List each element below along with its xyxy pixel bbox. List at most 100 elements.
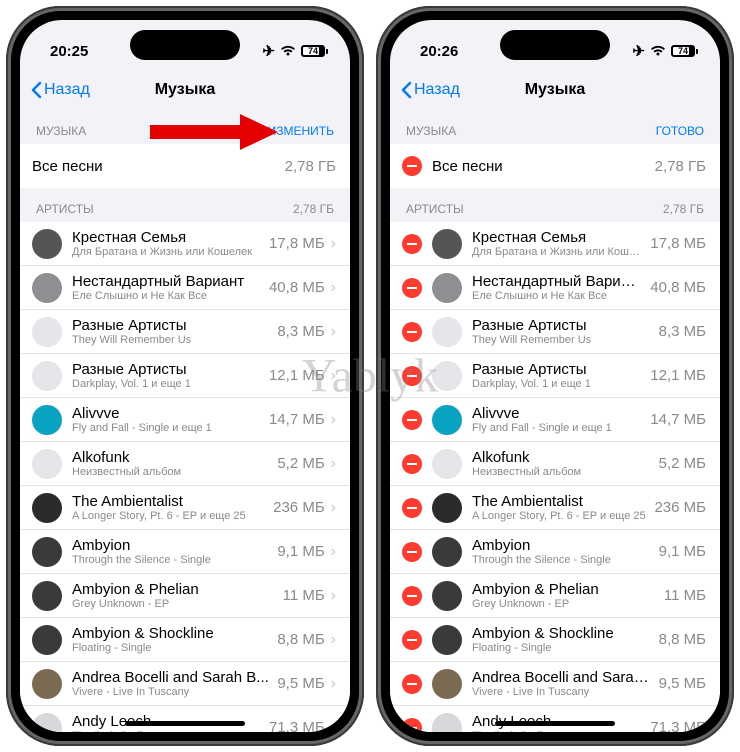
artist-size: 8,3 МБ <box>277 323 324 340</box>
artist-sub: Vivere - Live In Tuscany <box>472 686 651 698</box>
artist-row[interactable]: Andrea Bocelli and Sarah B...Vivere - Li… <box>390 662 720 706</box>
chevron-right-icon: › <box>331 279 336 297</box>
delete-icon[interactable] <box>402 586 422 606</box>
artist-avatar <box>432 581 462 611</box>
artist-name: Разные Артисты <box>72 317 269 334</box>
artist-name: Разные Артисты <box>472 317 651 334</box>
artist-size: 40,8 МБ <box>650 279 706 296</box>
home-indicator[interactable] <box>125 721 245 726</box>
artist-sub: A Longer Story, Pt. 6 - EP и еще 25 <box>72 510 265 522</box>
artist-sub: A Longer Story, Pt. 6 - EP и еще 25 <box>472 510 646 522</box>
artist-sub: Неизвестный альбом <box>72 466 269 478</box>
artist-name: Ambyion & Shockline <box>472 625 651 642</box>
back-button[interactable]: Назад <box>30 81 90 99</box>
artist-row[interactable]: AlivvveFly and Fall - Single и еще 114,7… <box>20 398 350 442</box>
home-indicator[interactable] <box>495 721 615 726</box>
artist-row[interactable]: Разные АртистыDarkplay, Vol. 1 и еще 112… <box>20 354 350 398</box>
chevron-left-icon <box>400 81 412 99</box>
artist-size: 9,1 МБ <box>659 543 706 560</box>
status-time: 20:25 <box>50 43 88 60</box>
artist-avatar <box>432 317 462 347</box>
row-size: 2,78 ГБ <box>285 158 336 175</box>
artist-sub: Floating - Single <box>72 642 269 654</box>
delete-icon[interactable] <box>402 718 422 733</box>
artist-sub: Through the Silence - Single <box>72 554 269 566</box>
artist-row[interactable]: AlkofunkНеизвестный альбом5,2 МБ <box>390 442 720 486</box>
artist-row[interactable]: Нестандартный ВариантЕле Слышно и Не Как… <box>20 266 350 310</box>
chevron-left-icon <box>30 81 42 99</box>
artist-row[interactable]: Разные АртистыThey Will Remember Us8,3 М… <box>20 310 350 354</box>
artist-sub: The Path So Far <box>472 730 642 732</box>
artist-row[interactable]: Ambyion & ShocklineFloating - Single8,8 … <box>20 618 350 662</box>
delete-icon[interactable] <box>402 366 422 386</box>
status-icons: ✈︎ 74 <box>262 42 328 60</box>
artist-avatar <box>432 405 462 435</box>
nav-bar: Назад Музыка <box>20 70 350 110</box>
artist-sub: Grey Unknown - EP <box>72 598 275 610</box>
artist-row[interactable]: Andy LeechThe Path So Far71,3 МБ <box>390 706 720 732</box>
artist-avatar <box>432 669 462 699</box>
chevron-right-icon: › <box>331 367 336 385</box>
wifi-icon <box>280 45 296 57</box>
artist-row[interactable]: The AmbientalistA Longer Story, Pt. 6 - … <box>20 486 350 530</box>
delete-icon[interactable] <box>402 322 422 342</box>
delete-icon[interactable] <box>402 630 422 650</box>
artist-avatar <box>432 713 462 733</box>
artist-row[interactable]: AlivvveFly and Fall - Single и еще 1 14,7… <box>390 398 720 442</box>
artist-row[interactable]: Andrea Bocelli and Sarah B...Vivere - Li… <box>20 662 350 706</box>
delete-icon[interactable] <box>402 542 422 562</box>
artist-sub: Darkplay, Vol. 1 и еще 1 <box>72 378 261 390</box>
artist-name: Alivvve <box>472 405 642 422</box>
delete-icon[interactable] <box>402 234 422 254</box>
artist-sub: Floating - Single <box>472 642 651 654</box>
artist-row[interactable]: AmbyionThrough the Silence - Single9,1 М… <box>390 530 720 574</box>
artist-avatar <box>32 625 62 655</box>
artist-avatar <box>32 229 62 259</box>
row-all-songs[interactable]: Все песни 2,78 ГБ <box>390 144 720 188</box>
artist-avatar <box>32 713 62 733</box>
artist-row[interactable]: Нестандартный ВариантЕле Слышно и Не Как… <box>390 266 720 310</box>
artist-name: Ambyion <box>72 537 269 554</box>
delete-icon[interactable] <box>402 278 422 298</box>
section-label: МУЗЫКА <box>406 124 456 138</box>
artist-row[interactable]: AlkofunkНеизвестный альбом5,2 МБ› <box>20 442 350 486</box>
artist-size: 40,8 МБ <box>269 279 325 296</box>
back-button[interactable]: Назад <box>400 81 460 99</box>
status-icons: ✈︎ 74 <box>632 42 698 60</box>
delete-icon[interactable] <box>402 454 422 474</box>
artist-row[interactable]: Ambyion & PhelianGrey Unknown - EP11 МБ <box>390 574 720 618</box>
chevron-right-icon: › <box>331 411 336 429</box>
artist-avatar <box>32 581 62 611</box>
artist-size: 9,5 МБ <box>659 675 706 692</box>
delete-icon[interactable] <box>402 674 422 694</box>
artist-row[interactable]: Крестная СемьяДля Братана и Жизнь или Ко… <box>390 222 720 266</box>
artist-sub: Fly and Fall - Single и еще 1 <box>472 422 642 434</box>
artist-row[interactable]: Крестная СемьяДля Братана и Жизнь или Ко… <box>20 222 350 266</box>
section-header-music: МУЗЫКА ГОТОВО <box>390 110 720 144</box>
artist-row[interactable]: The AmbientalistA Longer Story, Pt. 6 - … <box>390 486 720 530</box>
delete-icon[interactable] <box>402 410 422 430</box>
artist-row[interactable]: Ambyion & PhelianGrey Unknown - EP11 МБ› <box>20 574 350 618</box>
artist-avatar <box>432 449 462 479</box>
artist-row[interactable]: Ambyion & ShocklineFloating - Single8,8 … <box>390 618 720 662</box>
section-label: МУЗЫКА <box>36 124 86 138</box>
artist-sub: Для Братана и Жизнь или Кошелек <box>72 246 261 258</box>
section-size: 2,78 ГБ <box>293 202 334 216</box>
artist-row[interactable]: Разные АртистыDarkplay, Vol. 1 и еще 112… <box>390 354 720 398</box>
done-button[interactable]: ГОТОВО <box>656 124 704 138</box>
artist-size: 14,7 МБ <box>650 411 706 428</box>
artist-row[interactable]: Andy LeechThe Path So Far71,3 МБ› <box>20 706 350 732</box>
chevron-right-icon: › <box>331 719 336 733</box>
artist-size: 17,8 МБ <box>650 235 706 252</box>
artist-sub: Through the Silence - Single <box>472 554 651 566</box>
delete-icon[interactable] <box>402 156 422 176</box>
dynamic-island <box>500 30 610 60</box>
artist-avatar <box>432 625 462 655</box>
artist-row[interactable]: AmbyionThrough the Silence - Single9,1 М… <box>20 530 350 574</box>
artist-avatar <box>32 537 62 567</box>
airplane-icon: ✈︎ <box>262 42 275 60</box>
artist-size: 71,3 МБ <box>650 719 706 732</box>
artist-avatar <box>32 493 62 523</box>
delete-icon[interactable] <box>402 498 422 518</box>
artist-row[interactable]: Разные АртистыThey Will Remember Us8,3 М… <box>390 310 720 354</box>
